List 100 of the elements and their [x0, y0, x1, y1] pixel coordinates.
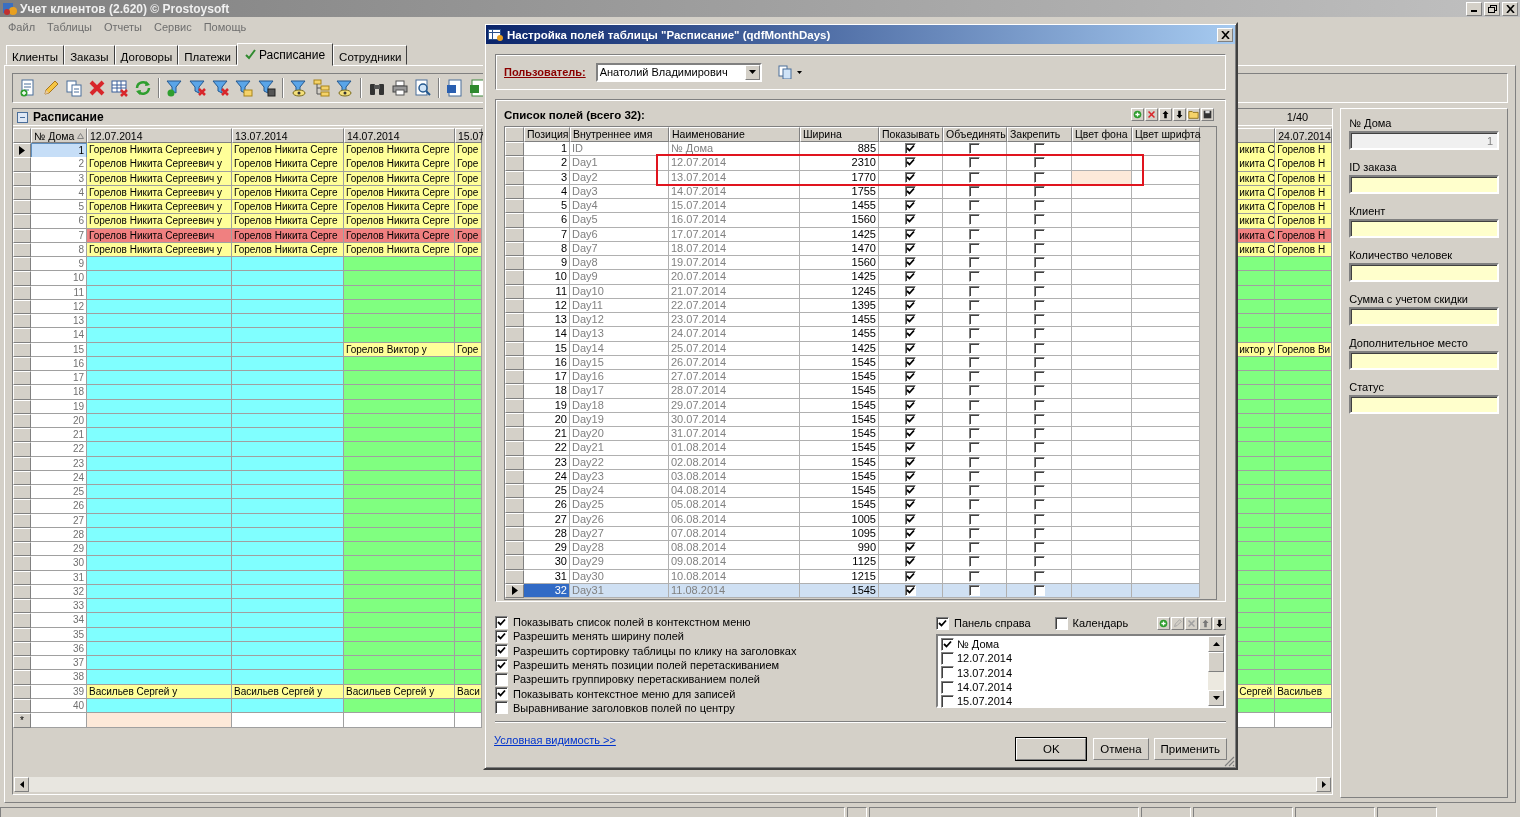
color-cell[interactable]	[1072, 313, 1132, 328]
input-field[interactable]	[1349, 263, 1499, 282]
column-header[interactable]: Цвет фона	[1072, 127, 1132, 142]
dialog-button[interactable]: OK	[1016, 738, 1087, 761]
checkbox[interactable]	[969, 242, 980, 254]
folder-icon[interactable]	[1187, 108, 1200, 121]
checkbox[interactable]	[905, 157, 916, 169]
checkbox[interactable]	[969, 342, 980, 354]
input-field[interactable]	[1349, 175, 1499, 194]
checkbox[interactable]	[905, 285, 916, 297]
checkbox[interactable]	[495, 658, 508, 672]
tab[interactable]: Клиенты	[6, 45, 65, 65]
checkbox[interactable]	[905, 570, 916, 582]
checkbox[interactable]	[905, 257, 916, 269]
column-header[interactable]: Позиция	[524, 127, 570, 142]
checkbox[interactable]	[969, 513, 980, 525]
checkbox[interactable]	[969, 413, 980, 425]
color-cell[interactable]	[1132, 541, 1200, 556]
add-icon[interactable]	[1157, 616, 1170, 630]
checkbox[interactable]	[1033, 485, 1045, 497]
checkbox[interactable]	[1033, 271, 1045, 283]
checkbox[interactable]	[905, 143, 916, 155]
checkbox[interactable]	[969, 328, 980, 340]
checkbox[interactable]	[1033, 570, 1045, 582]
filter-add-icon[interactable]	[166, 79, 184, 97]
right-arrow-icon[interactable]	[1321, 781, 1326, 788]
column-header[interactable]: Объединять	[943, 127, 1007, 142]
checkbox[interactable]	[905, 328, 916, 340]
checkbox[interactable]	[905, 513, 916, 525]
checkbox[interactable]	[969, 228, 980, 240]
checkbox[interactable]	[1033, 328, 1045, 340]
color-cell[interactable]	[1132, 327, 1200, 342]
document-icon[interactable]	[446, 79, 464, 97]
dropdown-arrow-icon[interactable]	[748, 70, 756, 74]
color-cell[interactable]	[1072, 156, 1132, 171]
color-cell[interactable]	[1072, 541, 1132, 556]
tab[interactable]: Договоры	[114, 45, 179, 65]
checkbox[interactable]	[969, 285, 980, 297]
column-header[interactable]: Цвет шрифта	[1132, 127, 1200, 142]
checkbox[interactable]	[905, 584, 916, 596]
add-icon[interactable]	[1131, 108, 1144, 121]
dialog-button[interactable]: Применить	[1153, 738, 1227, 761]
checkbox[interactable]	[1033, 556, 1045, 568]
new-document-icon[interactable]	[19, 79, 37, 97]
checkbox[interactable]	[969, 570, 980, 582]
color-cell[interactable]	[1132, 256, 1200, 271]
checkbox[interactable]	[1033, 171, 1045, 183]
checkbox[interactable]	[905, 314, 916, 326]
checkbox[interactable]	[905, 399, 916, 411]
copy-icon[interactable]	[65, 79, 83, 97]
checkbox[interactable]	[1033, 299, 1045, 311]
input-field[interactable]	[1349, 307, 1499, 326]
preview-icon[interactable]	[414, 79, 432, 97]
list-item[interactable]: № Дома	[957, 638, 1000, 651]
color-cell[interactable]	[1132, 313, 1200, 328]
checkbox[interactable]	[941, 651, 954, 665]
filter-save-icon[interactable]	[258, 79, 276, 97]
color-cell[interactable]	[1072, 484, 1132, 499]
checkbox[interactable]	[1033, 542, 1045, 554]
column-header[interactable]: 13.07.2014	[232, 128, 344, 143]
checkbox[interactable]	[969, 214, 980, 226]
filter-eye-icon[interactable]	[290, 79, 308, 97]
color-cell[interactable]	[1132, 555, 1200, 570]
checkbox[interactable]	[969, 442, 980, 454]
checkbox[interactable]	[1033, 285, 1045, 297]
checkbox[interactable]	[969, 428, 980, 440]
checkbox[interactable]	[905, 299, 916, 311]
color-cell[interactable]	[1132, 384, 1200, 399]
checkbox[interactable]	[905, 185, 916, 197]
checkbox[interactable]	[905, 242, 916, 254]
checkbox[interactable]	[905, 371, 916, 383]
list-item[interactable]: 14.07.2014	[957, 681, 1013, 694]
checkbox[interactable]	[969, 299, 980, 311]
checkbox[interactable]	[969, 542, 980, 554]
checkbox[interactable]	[905, 485, 916, 497]
checkbox[interactable]	[969, 527, 980, 539]
checkbox[interactable]	[905, 470, 916, 482]
checkbox[interactable]	[1033, 143, 1045, 155]
checkbox[interactable]	[969, 485, 980, 497]
checkbox[interactable]	[905, 171, 916, 183]
checkbox[interactable]	[495, 615, 508, 629]
checkbox[interactable]	[969, 499, 980, 511]
sort-icon[interactable]	[77, 132, 84, 139]
input-field[interactable]	[1349, 351, 1499, 370]
color-cell[interactable]	[1132, 199, 1200, 214]
color-cell[interactable]	[1132, 498, 1200, 513]
checkbox[interactable]	[969, 185, 980, 197]
tab[interactable]: Платежи	[178, 45, 237, 65]
input-field[interactable]	[1349, 219, 1499, 238]
dialog-button[interactable]: Отмена	[1093, 738, 1149, 761]
menu-item[interactable]: Таблицы	[41, 19, 98, 35]
checkbox[interactable]	[1033, 428, 1045, 440]
color-cell[interactable]	[1072, 256, 1132, 271]
checkbox[interactable]	[969, 257, 980, 269]
checkbox[interactable]	[1033, 499, 1045, 511]
checkbox[interactable]	[905, 499, 916, 511]
delete-icon[interactable]	[88, 79, 106, 97]
move-up-icon[interactable]	[1159, 108, 1172, 121]
left-arrow-icon[interactable]	[19, 781, 24, 788]
checkbox[interactable]	[905, 228, 916, 240]
